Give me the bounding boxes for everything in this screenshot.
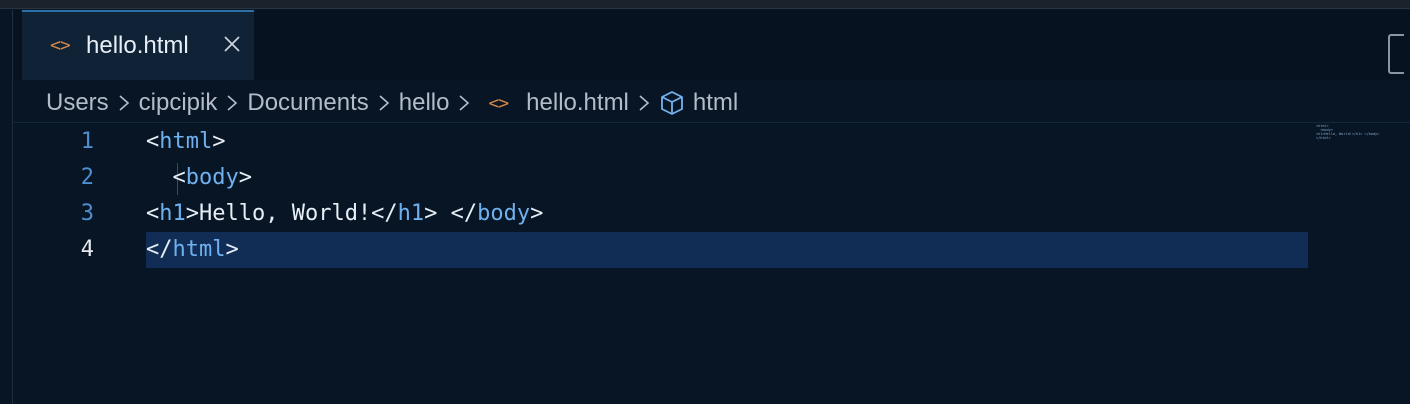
symbol-cube-icon xyxy=(659,90,685,116)
activity-edge xyxy=(0,10,13,404)
punctuation-token: > </ xyxy=(424,201,478,226)
minimap[interactable]: <html> <body> <h1>Hello, World!</h1> </b… xyxy=(1316,124,1379,140)
punctuation-token: < xyxy=(146,201,160,226)
code-text: <h1>Hello, World!</h1> </body> xyxy=(146,196,543,232)
punctuation-token: >Hello, World!</ xyxy=(185,201,398,226)
code-editor[interactable]: 1 <html> 2 <body> 3 <h1>Hello, World!</h1> <… xyxy=(14,123,1410,404)
code-text: <body> xyxy=(146,160,252,196)
tab-hello-html[interactable]: <> hello.html xyxy=(22,10,254,80)
punctuation-token: </ xyxy=(146,237,173,262)
breadcrumb-item-file[interactable]: hello.html xyxy=(526,89,629,117)
chevron-right-icon xyxy=(226,94,238,112)
split-editor-icon[interactable] xyxy=(1388,34,1404,74)
tab-bar: <> hello.html xyxy=(14,10,1410,80)
tag-name-token: body xyxy=(477,201,531,226)
close-icon[interactable] xyxy=(218,30,246,58)
code-line[interactable]: 4 </html> xyxy=(14,232,1310,268)
code-line[interactable]: 3 <h1>Hello, World!</h1> </body> xyxy=(14,196,1310,232)
breadcrumb-item-users[interactable]: Users xyxy=(46,89,109,117)
title-bar-border xyxy=(0,0,1410,9)
tag-name-token: h1 xyxy=(397,201,425,226)
line-number: 1 xyxy=(80,129,94,154)
tag-name-token: body xyxy=(185,165,239,190)
code-line[interactable]: 1 <html> xyxy=(14,124,1310,160)
breadcrumb-item-cipcipik[interactable]: cipcipik xyxy=(139,89,218,117)
html-file-icon: <> xyxy=(50,35,71,56)
code-text: </html> xyxy=(146,232,239,268)
chevron-right-icon xyxy=(458,94,470,112)
punctuation-token: < xyxy=(146,165,186,190)
chevron-right-icon xyxy=(638,94,650,112)
tag-name-token: html xyxy=(159,129,213,154)
line-number: 4 xyxy=(80,237,94,262)
punctuation-token: > xyxy=(238,165,252,190)
html-file-icon: <> xyxy=(488,92,509,114)
punctuation-token: < xyxy=(146,129,160,154)
chevron-right-icon xyxy=(378,94,390,112)
tag-name-token: html xyxy=(172,237,226,262)
chevron-right-icon xyxy=(118,94,130,112)
tag-name-token: h1 xyxy=(159,201,186,226)
breadcrumb-item-hello[interactable]: hello xyxy=(399,89,450,117)
punctuation-token: > xyxy=(530,201,544,226)
breadcrumb-item-documents[interactable]: Documents xyxy=(247,89,368,117)
tab-label: hello.html xyxy=(86,32,189,59)
punctuation-token: > xyxy=(212,129,226,154)
close-icon-glyph xyxy=(224,36,240,52)
breadcrumb: Users cipcipik Documents hello <> hello.… xyxy=(46,86,738,120)
line-number: 2 xyxy=(80,165,94,190)
code-text: <html> xyxy=(146,124,225,160)
code-line[interactable]: 2 <body> xyxy=(14,160,1310,196)
line-number: 3 xyxy=(80,201,94,226)
breadcrumb-item-symbol[interactable]: html xyxy=(693,89,738,117)
punctuation-token: > xyxy=(225,237,239,262)
editor-window: <> hello.html Users cipcipik Documents h… xyxy=(0,0,1410,404)
